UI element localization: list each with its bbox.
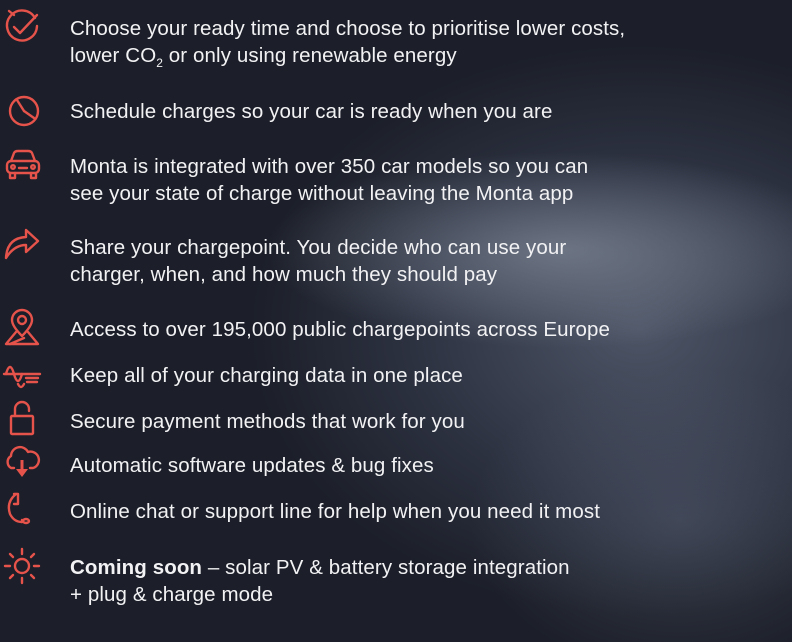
headset-icon (2, 488, 42, 528)
timer-icon (2, 90, 42, 130)
feature-item-secure-payment: Secure payment methods that work for you (0, 396, 792, 442)
feature-item-ready-time: Choose your ready time and choose to pri… (0, 0, 792, 80)
feature-text: Choose your ready time and choose to pri… (70, 17, 626, 71)
feature-text: Keep all of your charging data in one pl… (70, 364, 463, 387)
feature-item-share: Share your chargepoint. You decide who c… (0, 218, 792, 298)
feature-item-car-models: Monta is integrated with over 350 car mo… (0, 138, 792, 218)
cloud-download-icon (2, 442, 42, 482)
feature-item-software-updates: Automatic software updates & bug fixes (0, 440, 792, 486)
feature-item-public-chargepoints: Access to over 195,000 public chargepoin… (0, 306, 792, 352)
coming-soon-label: Coming soon (70, 556, 203, 579)
feature-item-coming-soon: Coming soon – solar PV & battery storage… (0, 540, 792, 640)
sun-icon (2, 546, 42, 586)
feature-text: Share your chargepoint. You decide who c… (70, 236, 567, 286)
feature-text: Coming soon – solar PV & battery storage… (70, 556, 570, 606)
feature-item-schedule: Schedule charges so your car is ready wh… (0, 88, 792, 134)
clock-check-icon (2, 6, 42, 46)
feature-text: Online chat or support line for help whe… (70, 500, 600, 523)
feature-text: Automatic software updates & bug fixes (70, 454, 434, 477)
feature-text: Secure payment methods that work for you (70, 410, 465, 433)
feature-text: Schedule charges so your car is ready wh… (70, 100, 553, 123)
padlock-icon (2, 398, 42, 438)
feature-text: Access to over 195,000 public chargepoin… (70, 318, 611, 341)
share-arrow-icon (2, 224, 42, 264)
data-wave-icon (2, 354, 42, 394)
map-pin-icon (2, 308, 42, 348)
feature-item-charging-data: Keep all of your charging data in one pl… (0, 352, 792, 398)
feature-item-support: Online chat or support line for help whe… (0, 486, 792, 536)
feature-text: Monta is integrated with over 350 car mo… (70, 155, 589, 205)
car-icon (2, 144, 42, 184)
